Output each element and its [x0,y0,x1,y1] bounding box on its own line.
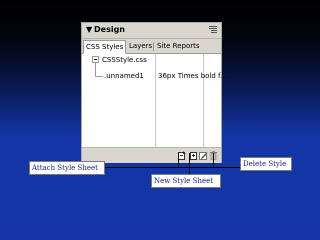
delete-style-label: Delete Style [243,160,287,168]
tab-css-styles[interactable]: CSS Styles [83,40,127,54]
new-style-sheet-label: New Style Sheet [154,177,214,185]
stylesheet-file-item[interactable]: CSSStyle.css [102,55,147,65]
tree-collapse-icon[interactable] [92,56,99,63]
new-style-callout-line [189,153,190,174]
styles-list[interactable] [82,54,221,147]
tree-line [95,63,96,77]
tab-layers[interactable]: Layers [127,40,154,52]
tab-site-reports[interactable]: Site Reports [155,40,202,52]
attach-stylesheet-icon[interactable] [178,151,187,160]
panel-tabs: CSS Styles Layers Site Reports [82,39,221,54]
panel-options-icon[interactable] [209,26,217,34]
delete-callout-line-vertical [213,153,214,167]
collapse-arrow-icon[interactable]: ▼ [86,25,92,35]
delete-callout-line [178,167,240,168]
style-rule-item[interactable]: .unnamed1 [104,71,144,81]
style-rule-description: 36px Times bold f... [158,72,227,80]
attach-style-sheet-label: Attach Style Sheet [32,164,98,172]
panel-title: Design [94,25,125,34]
panel-header[interactable]: ▼ Design [82,23,221,39]
delete-style-callout: Delete Style [240,157,292,171]
edit-style-icon[interactable] [199,151,208,160]
attach-style-sheet-callout: Attach Style Sheet [29,161,105,175]
attach-callout-line-vertical [178,153,179,167]
vertical-scrollbar[interactable] [204,54,221,147]
tree-branch [95,76,103,77]
column-divider [155,54,156,147]
design-panel: ▼ Design CSS Styles Layers Site Reports … [81,22,227,163]
tab-separator [153,42,154,51]
new-style-sheet-callout: New Style Sheet [151,174,221,188]
attach-callout-line [104,167,178,168]
new-style-icon[interactable] [189,151,198,160]
